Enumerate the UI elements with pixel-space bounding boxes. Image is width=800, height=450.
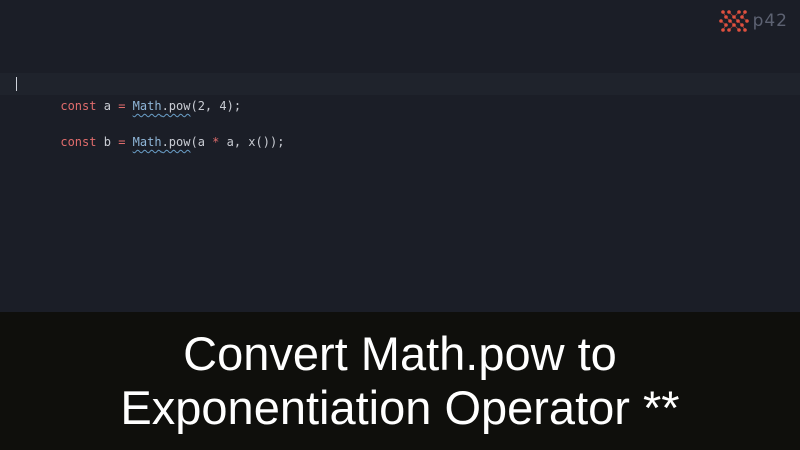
operator: = — [118, 135, 126, 149]
call-arguments-open: (a — [190, 135, 213, 149]
caption-banner: Convert Math.pow to Exponentiation Opera… — [0, 312, 800, 450]
code-line-1[interactable]: const a = Math.pow(2, 4); — [0, 73, 800, 113]
code-editor[interactable]: const a = Math.pow(2, 4); const b = Math… — [0, 0, 800, 312]
caption-line-1: Convert Math.pow to — [183, 327, 617, 380]
math-object: Math — [132, 135, 162, 149]
diagnostic-highlight[interactable]: Math.pow — [133, 135, 191, 149]
text-cursor — [16, 77, 17, 91]
call-arguments-close: a, x()); — [219, 135, 285, 149]
code-line-2[interactable]: const b = Math.pow(a * a, x()); — [0, 109, 800, 149]
caption-line-2: Exponentiation Operator ** — [120, 381, 680, 434]
variable-name: b — [103, 135, 111, 149]
keyword: const — [60, 135, 97, 149]
video-frame: p42 const a = Math.pow(2, 4); const b = … — [0, 0, 800, 450]
method-name: .pow — [161, 135, 191, 149]
